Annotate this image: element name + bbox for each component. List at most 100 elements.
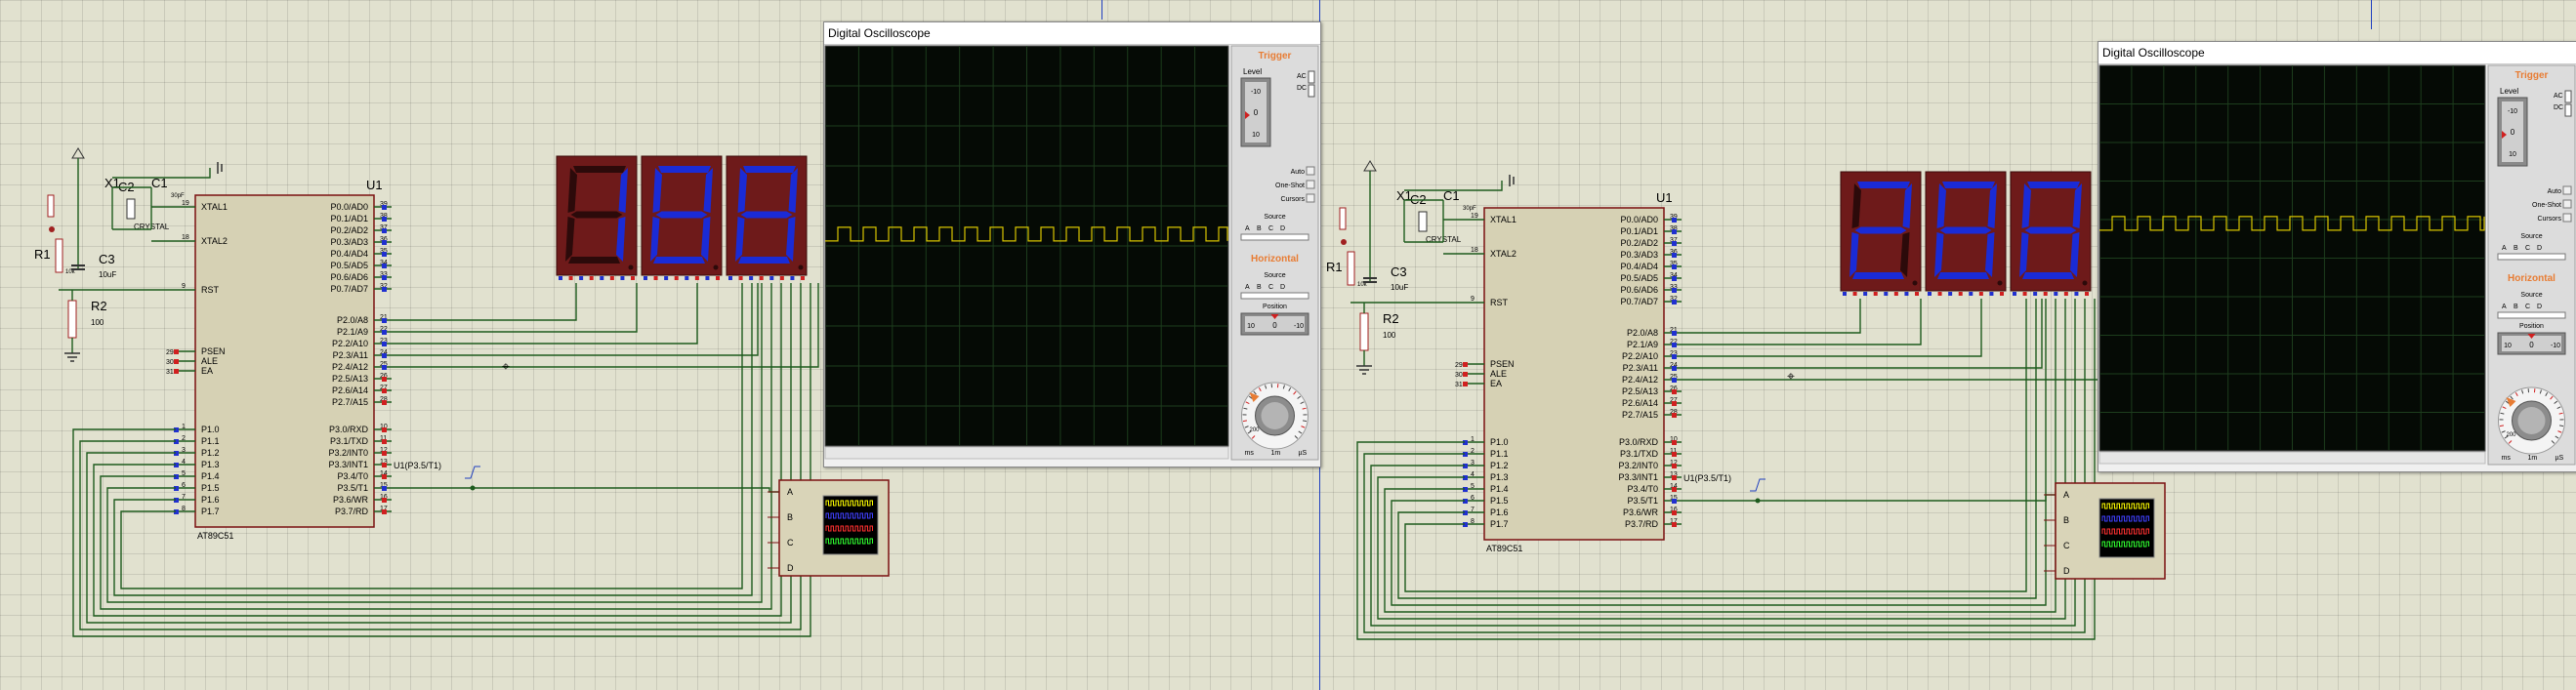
- vcc-symbol: [1363, 160, 1377, 172]
- trigger-option-toggle[interactable]: [1306, 193, 1315, 203]
- ac-toggle[interactable]: [2564, 90, 2572, 103]
- seven-segment-display[interactable]: [641, 155, 723, 280]
- source-channel: C: [2525, 304, 2530, 310]
- pin-name: P3.6/WR: [333, 495, 369, 505]
- pin-name: P3.3/INT1: [328, 460, 368, 469]
- pin-marker: [600, 276, 604, 280]
- segment-g: [1939, 226, 1992, 234]
- seven-segment-display[interactable]: [556, 155, 638, 280]
- trigger-option-toggle[interactable]: [1306, 180, 1315, 189]
- position-tick: 0: [1272, 321, 1277, 330]
- pin-marker: [559, 276, 562, 280]
- pin-marker: [1463, 382, 1468, 386]
- p1-wire: [1370, 299, 2076, 627]
- logic-analyzer[interactable]: A B C D: [2044, 482, 2166, 580]
- pin-name: P2.0/A8: [337, 315, 368, 325]
- pin-number: 1: [1471, 436, 1475, 443]
- pin-name: P0.0/AD0: [1620, 215, 1658, 224]
- source-channel: C: [1268, 225, 1273, 232]
- reset-button[interactable]: [1339, 207, 1347, 230]
- resistor-r2[interactable]: [67, 300, 77, 339]
- cap-value: 30pF: [1463, 206, 1476, 212]
- pin-marker: [1672, 218, 1677, 223]
- scrollbar[interactable]: [824, 446, 1229, 460]
- probe-wire: [392, 487, 779, 493]
- oscilloscope-title[interactable]: Digital Oscilloscope: [824, 22, 1320, 45]
- crystal[interactable]: [1418, 211, 1428, 232]
- dial-knob: [1261, 402, 1289, 429]
- cap-ref: C3: [1391, 264, 1407, 279]
- crystal[interactable]: [126, 198, 136, 220]
- dial-unit: µS: [2555, 455, 2564, 462]
- ac-toggle[interactable]: [1308, 70, 1315, 84]
- channel-label: B: [787, 512, 793, 522]
- position-tick: 10: [1247, 323, 1255, 330]
- trigger-option-toggle[interactable]: [2562, 185, 2572, 195]
- pin-marker: [1672, 288, 1677, 293]
- pin-number: 8: [182, 506, 186, 512]
- pin-marker: [1672, 452, 1677, 457]
- resistor-r2[interactable]: [1359, 312, 1369, 351]
- oscilloscope-window-right[interactable]: Digital Oscilloscope Trigger Level -10 0 10 A…: [2098, 41, 2576, 472]
- pin-marker: [1672, 276, 1677, 281]
- pin-number: 3: [1471, 460, 1475, 467]
- probe-label: U1(P3.5/T1): [1683, 473, 1731, 483]
- oscilloscope-window-left[interactable]: Digital Oscilloscope Trigger Level -10 0 10 A…: [823, 21, 1321, 467]
- pin-marker: [1978, 292, 1983, 296]
- seven-segment-display[interactable]: [2010, 171, 2092, 296]
- resistor-r1[interactable]: [55, 238, 63, 273]
- reset-button[interactable]: [47, 194, 55, 218]
- pin-marker: [2085, 292, 2089, 296]
- oscilloscope-title[interactable]: Digital Oscilloscope: [2098, 42, 2576, 64]
- level-tick: 10: [1252, 132, 1260, 139]
- channel-label: D: [2063, 566, 2070, 576]
- decimal-point: [798, 264, 804, 270]
- segment-a: [658, 166, 711, 173]
- pin-marker: [2054, 292, 2058, 296]
- trigger-option-toggle[interactable]: [2562, 213, 2572, 223]
- logic-analyzer[interactable]: A B C D: [768, 479, 890, 577]
- pin-name: P2.6/A14: [1622, 398, 1658, 408]
- position-label: Position: [2519, 323, 2544, 330]
- seven-segment-display[interactable]: [1925, 171, 2007, 296]
- seven-segment-display[interactable]: [1840, 171, 1922, 296]
- pin-marker: [801, 276, 805, 280]
- dc-toggle[interactable]: [1308, 84, 1315, 98]
- pin-marker: [382, 486, 387, 491]
- level-label: Level: [1243, 67, 1262, 76]
- source-slider[interactable]: [2497, 311, 2566, 319]
- pin-name: EA: [201, 366, 213, 376]
- source-channel: B: [1257, 284, 1262, 291]
- pin-marker: [749, 276, 754, 280]
- bus-wire: [392, 283, 759, 356]
- oscilloscope-panel[interactable]: TriggerLevel-10010ACDCAutoOne-ShotCursor…: [2098, 64, 2576, 471]
- pin-marker: [382, 217, 387, 222]
- seven-segment-display[interactable]: [726, 155, 808, 280]
- probe-icon: [1750, 478, 1766, 492]
- pin-marker: [2022, 292, 2027, 296]
- pin-name: P2.7/A15: [332, 397, 368, 407]
- pin-marker: [779, 276, 784, 280]
- pin-name: EA: [1490, 379, 1502, 388]
- resistor-r1[interactable]: [1347, 251, 1355, 286]
- trigger-option-toggle[interactable]: [1306, 166, 1315, 176]
- pin-name: P1.7: [1490, 519, 1509, 529]
- pin-marker: [1672, 343, 1677, 347]
- scrollbar[interactable]: [2098, 451, 2486, 465]
- source-channel: C: [2525, 245, 2530, 252]
- trigger-option-toggle[interactable]: [2562, 199, 2572, 209]
- pin-marker: [2013, 292, 2016, 296]
- bus-wire: [392, 283, 819, 368]
- dc-toggle[interactable]: [2564, 103, 2572, 117]
- pin-marker: [1915, 292, 1919, 296]
- source-slider[interactable]: [1240, 292, 1309, 300]
- pin-name: P3.1/TXD: [330, 436, 369, 446]
- pin-name: P0.7/AD7: [330, 284, 368, 294]
- oscilloscope-panel[interactable]: TriggerLevel-10010ACDCAutoOne-ShotCursor…: [824, 45, 1320, 467]
- pin-marker: [1893, 292, 1898, 296]
- dial-unit: 1m: [2528, 455, 2538, 462]
- pin-name: P0.5/AD5: [330, 261, 368, 270]
- source-slider[interactable]: [1240, 233, 1309, 241]
- dc-label: DC: [2554, 104, 2563, 111]
- source-slider[interactable]: [2497, 253, 2566, 261]
